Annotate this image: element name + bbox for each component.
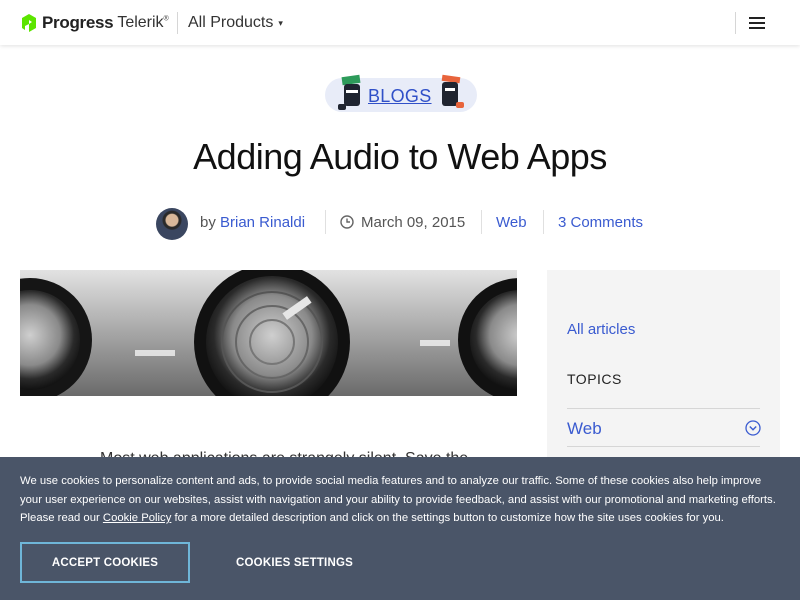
accept-cookies-button[interactable]: ACCEPT COOKIES [20, 542, 190, 583]
article-title: Adding Audio to Web Apps [193, 136, 607, 177]
cookie-message: We use cookies to personalize content an… [20, 475, 776, 524]
ninja-left-icon [338, 74, 361, 110]
site-header: Progress Telerik® All Products ▾ [0, 0, 800, 45]
author-avatar[interactable] [156, 208, 188, 240]
author-link[interactable]: Brian Rinaldi [220, 214, 305, 231]
progress-logo-icon [22, 14, 36, 32]
meta-divider [481, 210, 482, 234]
publish-date: March 09, 2015 [361, 214, 466, 231]
topic-web-link[interactable]: Web [567, 419, 602, 439]
logo-telerik-text: Telerik® [117, 14, 169, 31]
meta-divider [543, 210, 544, 234]
topics-heading: TOPICS [567, 371, 622, 387]
hamburger-menu-icon[interactable] [749, 17, 765, 29]
chevron-down-circle-icon[interactable] [745, 420, 761, 436]
blogs-link[interactable]: BLOGS [368, 86, 432, 107]
knobs-photo [20, 270, 517, 396]
caret-down-icon: ▾ [278, 17, 283, 28]
header-divider-right [735, 12, 736, 34]
header-divider [177, 12, 178, 34]
ninja-right-icon [441, 74, 464, 108]
sidebar-divider [567, 408, 760, 409]
sidebar-divider [567, 446, 760, 447]
progress-telerik-logo[interactable]: Progress Telerik® [20, 12, 169, 34]
comments-link[interactable]: 3 Comments [558, 214, 643, 231]
all-products-label: All Products [188, 14, 274, 31]
clock-icon [340, 215, 354, 229]
byline-prefix: by [200, 214, 216, 231]
cookies-settings-button[interactable]: COOKIES SETTINGS [212, 542, 377, 583]
all-products-dropdown[interactable]: All Products ▾ [188, 12, 283, 34]
cookie-policy-link[interactable]: Cookie Policy [103, 512, 171, 524]
article-hero-image [20, 270, 517, 396]
meta-divider [325, 210, 326, 234]
tag-web-link[interactable]: Web [496, 214, 527, 231]
sidebar [547, 270, 780, 470]
all-articles-link[interactable]: All articles [567, 321, 635, 338]
logo-progress-text: Progress [42, 13, 114, 32]
